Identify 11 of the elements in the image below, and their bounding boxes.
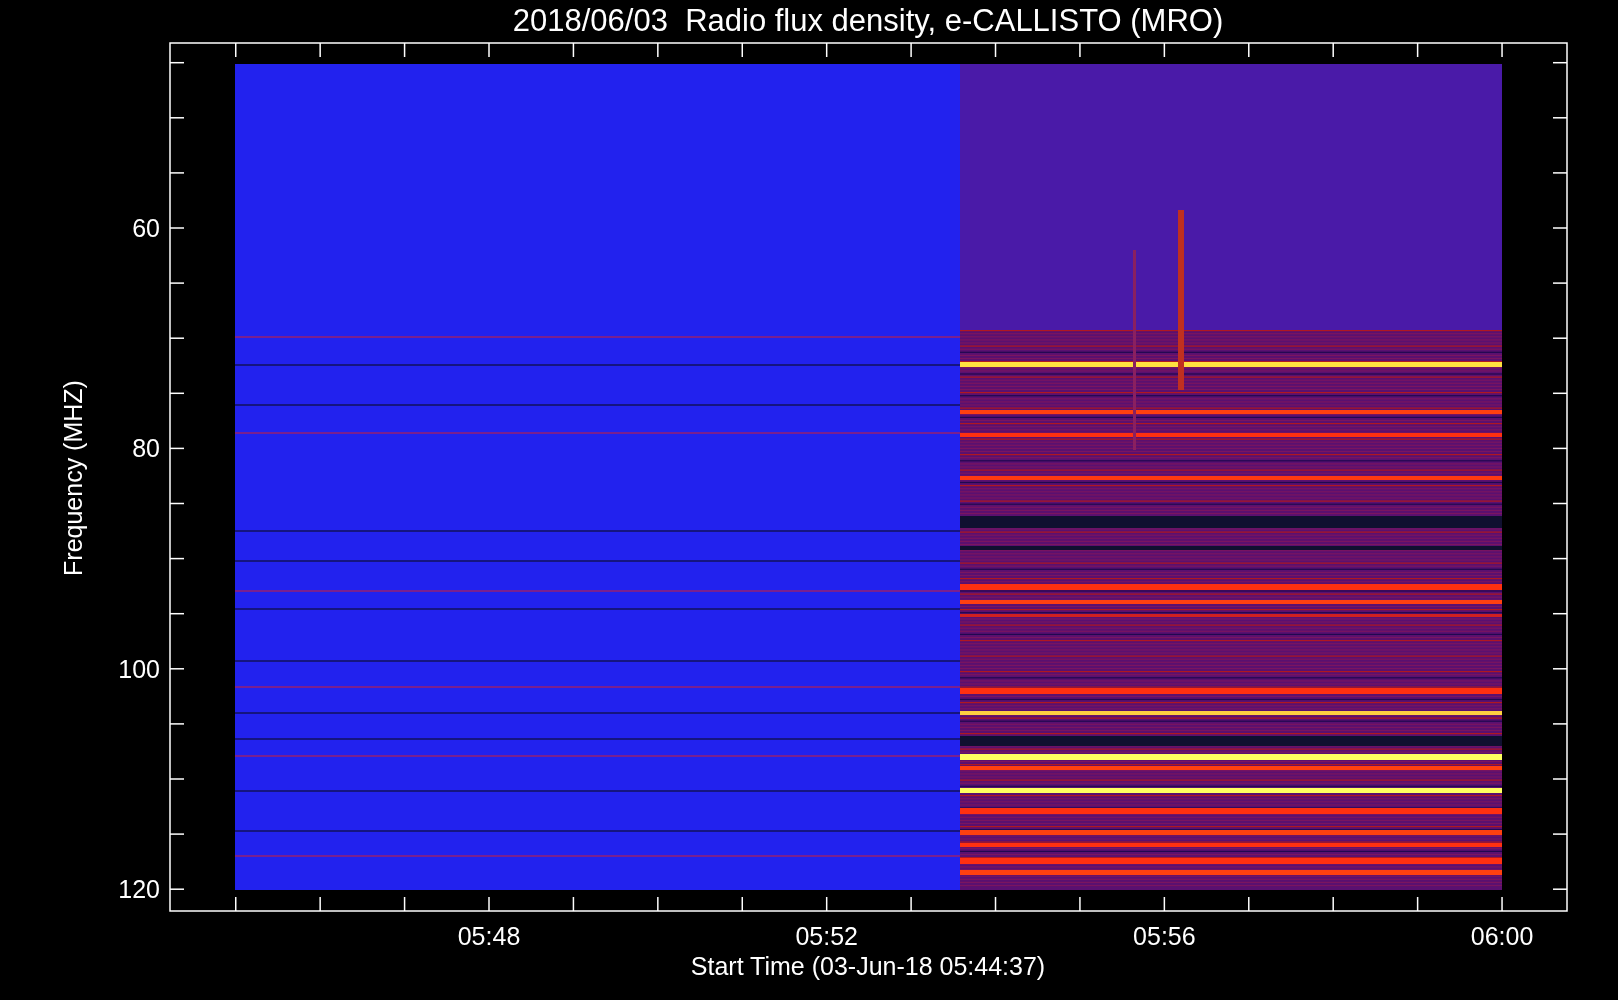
tick-label: 80 bbox=[132, 434, 160, 463]
chart-title: 2018/06/03 Radio flux density, e-CALLISTO (MRO) bbox=[512, 3, 1224, 38]
tick-label: 05:52 bbox=[795, 922, 858, 950]
tick-label: 06:00 bbox=[1470, 922, 1534, 950]
tick-label: 120 bbox=[118, 875, 160, 904]
tick-label: 60 bbox=[132, 214, 160, 242]
tick-label: 05:56 bbox=[1133, 922, 1196, 950]
tick-label: 100 bbox=[118, 654, 160, 683]
axis-title: Start Time (03-Jun-18 05:44:37) bbox=[690, 952, 1046, 980]
axis-title: Frequency (MHZ) bbox=[59, 380, 87, 576]
tick-label: 05:48 bbox=[457, 922, 521, 950]
